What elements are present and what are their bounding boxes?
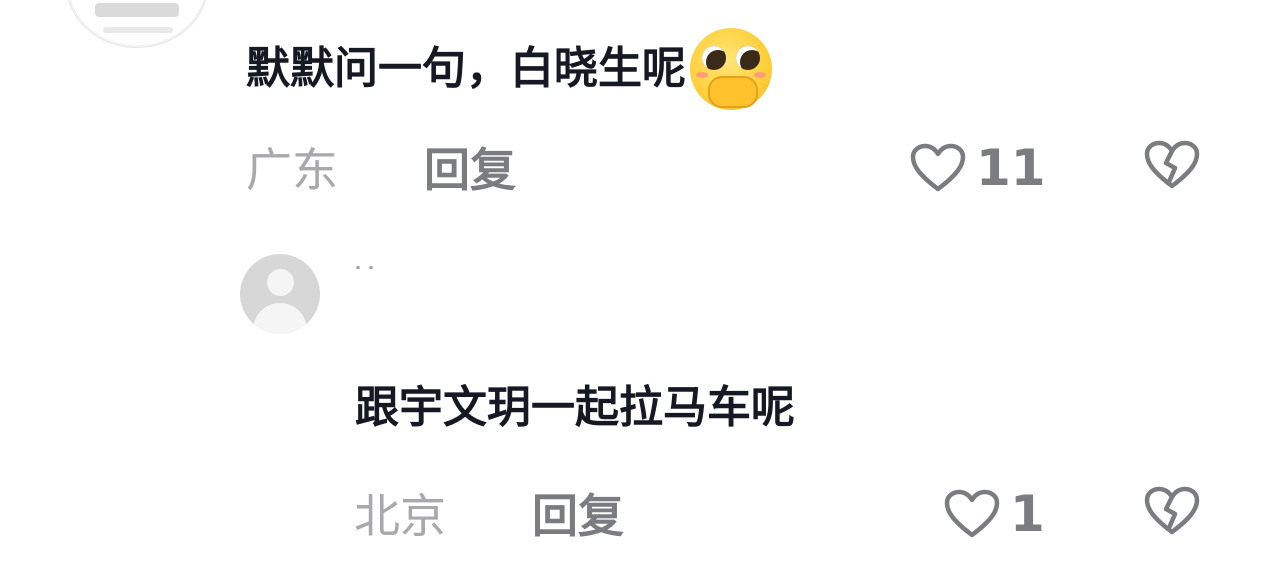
reply-button[interactable]: 回复	[532, 488, 624, 544]
pleading-face-emoji-icon	[690, 28, 772, 110]
default-avatar-head	[267, 269, 294, 296]
comment-location: 广东	[246, 143, 338, 197]
like-count: 11	[976, 139, 1046, 197]
heart-outline-icon[interactable]	[944, 489, 1000, 539]
broken-heart-icon[interactable]	[1144, 486, 1200, 536]
comment-author-avatar[interactable]	[66, 0, 208, 48]
avatar-image-detail	[103, 27, 173, 33]
avatar-image-detail	[95, 3, 179, 17]
like-count: 1	[1010, 485, 1045, 543]
like-button[interactable]: 11	[910, 140, 1046, 196]
like-button[interactable]: 1	[944, 486, 1045, 542]
comment-body: 默默问一句，白晓生呢	[246, 43, 686, 94]
default-avatar-body	[253, 303, 307, 334]
reply-author-avatar[interactable]	[240, 254, 320, 334]
heart-outline-icon[interactable]	[910, 143, 966, 193]
comment-text: 默默问一句，白晓生呢	[246, 28, 772, 110]
broken-heart-icon[interactable]	[1144, 140, 1200, 190]
reply-location: 北京	[354, 489, 446, 543]
reply-username[interactable]: ˙˙	[352, 262, 378, 292]
reply-body: 跟宇文玥一起拉马车呢	[355, 382, 795, 433]
reply-button[interactable]: 回复	[424, 142, 516, 198]
reply-text: 跟宇文玥一起拉马车呢	[355, 380, 795, 436]
